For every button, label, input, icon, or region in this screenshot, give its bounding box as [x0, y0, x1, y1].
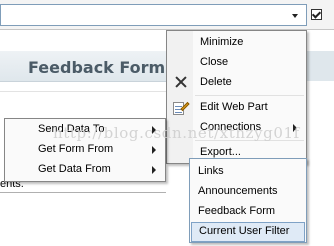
menu-item-label: Announcements [198, 185, 278, 197]
edit-web-part-icon [173, 100, 190, 116]
menu-item-current-user-filter[interactable]: Current User Filter [191, 222, 305, 242]
chevron-right-icon [152, 146, 156, 154]
menu-item-label: Close [200, 56, 229, 68]
close-x-icon [174, 75, 188, 89]
watermark-text: http://blog.csdn.net/xthzyg01f [53, 124, 300, 142]
menu-item-label: Minimize [200, 36, 244, 48]
webpart-menu: Minimize Close Delete Edit Web Part Conn… [166, 30, 307, 164]
menu-item-delete[interactable]: Delete [167, 73, 306, 93]
menu-item-label: Links [198, 165, 224, 177]
divider [0, 91, 166, 92]
menu-item-label: Edit Web Part [200, 101, 268, 113]
menu-item-label: Get Form From [38, 143, 114, 155]
menu-item-label: Feedback Form [198, 205, 276, 217]
checkbox-checked-icon[interactable] [311, 9, 322, 20]
menu-item-minimize[interactable]: Minimize [167, 33, 306, 53]
menu-item-edit-web-part[interactable]: Edit Web Part [167, 98, 306, 118]
menu-item-label: Current User Filter [199, 225, 290, 237]
menu-item-get-form-from[interactable]: Get Form From [5, 140, 165, 160]
menu-item-announcements[interactable]: Announcements [190, 182, 306, 202]
get-data-from-submenu: Links Announcements Feedback Form Curren… [189, 158, 307, 243]
menu-item-links[interactable]: Links [190, 162, 306, 182]
menu-item-close[interactable]: Close [167, 53, 306, 73]
webpart-header-box [0, 4, 307, 26]
menu-item-get-data-from[interactable]: Get Data From [5, 160, 165, 180]
webpart-title-bar-right [306, 51, 334, 81]
chevron-right-icon [152, 166, 156, 174]
menu-item-label: Get Data From [38, 163, 111, 175]
menu-separator [195, 95, 304, 96]
menu-item-label: Delete [200, 76, 232, 88]
chevron-down-icon[interactable] [289, 8, 301, 22]
page-title: Feedback Form [28, 58, 166, 77]
menu-item-label: Export... [200, 146, 241, 158]
divider [0, 192, 166, 193]
menu-item-feedback-form[interactable]: Feedback Form [190, 202, 306, 222]
